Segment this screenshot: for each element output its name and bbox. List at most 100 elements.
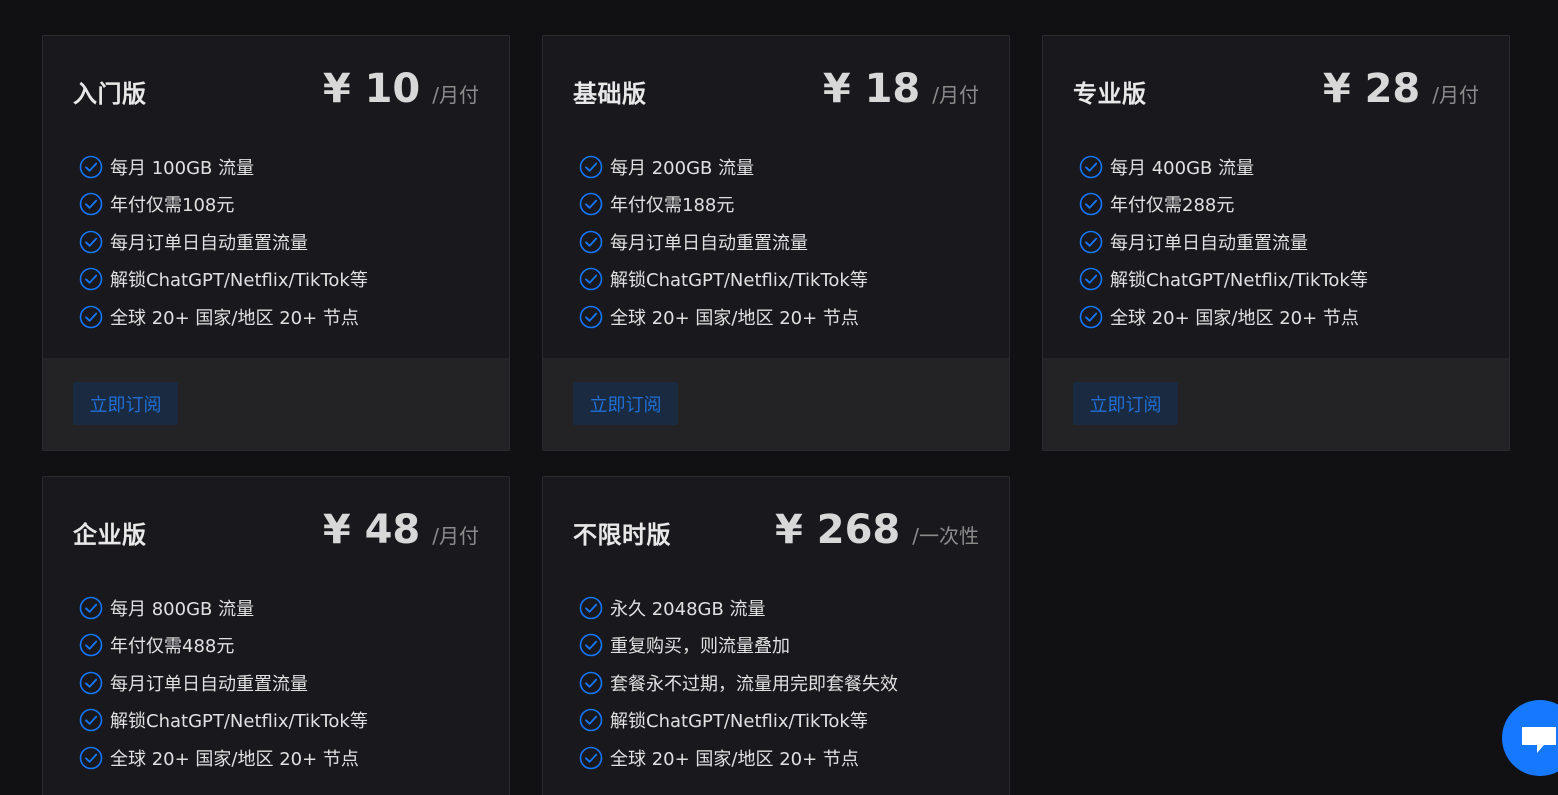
- check-circle-icon: [579, 305, 603, 329]
- feature-item: 年付仅需108元: [79, 186, 509, 224]
- feature-item: 每月订单日自动重置流量: [1079, 223, 1509, 261]
- price-period: /月付: [432, 83, 479, 107]
- plan-header: 不限时版 ¥ 268 /一次性: [543, 477, 1009, 577]
- plan-footer: 立即订阅: [1043, 358, 1509, 450]
- check-circle-icon: [79, 305, 103, 329]
- subscribe-button[interactable]: 立即订阅: [1073, 382, 1178, 425]
- check-circle-icon: [1079, 230, 1103, 254]
- feature-text: 全球 20+ 国家/地区 20+ 节点: [110, 307, 359, 329]
- plan-price: ¥ 268 /一次性: [775, 507, 979, 553]
- feature-item: 解锁ChatGPT/Netflix/TikTok等: [79, 261, 509, 299]
- check-circle-icon: [1079, 192, 1103, 216]
- feature-item: 每月订单日自动重置流量: [579, 223, 1009, 261]
- plan-price: ¥ 10 /月付: [323, 66, 479, 112]
- price-period: /月付: [432, 524, 479, 548]
- check-circle-icon: [579, 671, 603, 695]
- plan-header: 企业版 ¥ 48 /月付: [43, 477, 509, 577]
- price-period: /月付: [932, 83, 979, 107]
- feature-text: 全球 20+ 国家/地区 20+ 节点: [610, 748, 859, 770]
- pricing-page: 入门版 ¥ 10 /月付 每月 100GB 流量 年付仅需108元 每月订单日自…: [0, 0, 1558, 795]
- check-circle-icon: [579, 596, 603, 620]
- feature-text: 每月订单日自动重置流量: [610, 232, 808, 254]
- feature-list: 每月 400GB 流量 年付仅需288元 每月订单日自动重置流量 解锁ChatG…: [1043, 136, 1509, 336]
- plan-price: ¥ 28 /月付: [1323, 66, 1479, 112]
- plan-header: 专业版 ¥ 28 /月付: [1043, 36, 1509, 136]
- subscribe-button[interactable]: 立即订阅: [73, 382, 178, 425]
- feature-item: 解锁ChatGPT/Netflix/TikTok等: [79, 702, 509, 740]
- check-circle-icon: [79, 192, 103, 216]
- plan-card-enterprise: 企业版 ¥ 48 /月付 每月 800GB 流量 年付仅需488元 每月订单日自…: [42, 476, 510, 795]
- plan-card-lifetime: 不限时版 ¥ 268 /一次性 永久 2048GB 流量 重复购买，则流量叠加 …: [542, 476, 1010, 795]
- check-circle-icon: [79, 708, 103, 732]
- price-period: /月付: [1432, 83, 1479, 107]
- check-circle-icon: [579, 708, 603, 732]
- feature-list: 每月 100GB 流量 年付仅需108元 每月订单日自动重置流量 解锁ChatG…: [43, 136, 509, 336]
- feature-text: 年付仅需288元: [1110, 195, 1235, 217]
- feature-item: 年付仅需488元: [79, 627, 509, 665]
- price-amount: ¥ 28: [1322, 66, 1421, 112]
- feature-text: 永久 2048GB 流量: [610, 598, 766, 620]
- feature-item: 永久 2048GB 流量: [579, 589, 1009, 627]
- price-amount: ¥ 10: [322, 66, 421, 112]
- feature-text: 年付仅需108元: [110, 195, 235, 217]
- plan-name: 专业版: [1073, 80, 1147, 108]
- feature-text: 年付仅需188元: [610, 195, 735, 217]
- check-circle-icon: [79, 746, 103, 770]
- check-circle-icon: [579, 633, 603, 657]
- check-circle-icon: [1079, 305, 1103, 329]
- feature-text: 解锁ChatGPT/Netflix/TikTok等: [610, 711, 868, 733]
- feature-list: 每月 200GB 流量 年付仅需188元 每月订单日自动重置流量 解锁ChatG…: [543, 136, 1009, 336]
- feature-text: 每月 800GB 流量: [110, 598, 255, 620]
- plan-footer: 立即订阅: [543, 358, 1009, 450]
- feature-item: 每月订单日自动重置流量: [79, 664, 509, 702]
- feature-item: 解锁ChatGPT/Netflix/TikTok等: [579, 261, 1009, 299]
- price-period: /一次性: [912, 524, 979, 548]
- plan-name: 不限时版: [573, 521, 671, 549]
- feature-item: 套餐永不过期，流量用完即套餐失效: [579, 664, 1009, 702]
- price-amount: ¥ 268: [774, 507, 901, 553]
- check-circle-icon: [79, 267, 103, 291]
- plan-price: ¥ 48 /月付: [323, 507, 479, 553]
- plan-name: 基础版: [573, 80, 647, 108]
- feature-item: 每月 800GB 流量: [79, 589, 509, 627]
- chat-bubble-icon: [1522, 727, 1556, 753]
- chat-button[interactable]: [1502, 700, 1558, 776]
- plan-name: 入门版: [73, 80, 147, 108]
- check-circle-icon: [579, 192, 603, 216]
- feature-text: 每月订单日自动重置流量: [110, 673, 308, 695]
- feature-text: 解锁ChatGPT/Netflix/TikTok等: [110, 711, 368, 733]
- feature-item: 重复购买，则流量叠加: [579, 627, 1009, 665]
- feature-text: 每月订单日自动重置流量: [110, 232, 308, 254]
- check-circle-icon: [79, 230, 103, 254]
- feature-item: 每月 200GB 流量: [579, 148, 1009, 186]
- feature-list: 每月 800GB 流量 年付仅需488元 每月订单日自动重置流量 解锁ChatG…: [43, 577, 509, 777]
- plan-header: 基础版 ¥ 18 /月付: [543, 36, 1009, 136]
- plan-footer: 立即订阅: [43, 358, 509, 450]
- check-circle-icon: [79, 155, 103, 179]
- price-amount: ¥ 18: [822, 66, 921, 112]
- feature-item: 每月 100GB 流量: [79, 148, 509, 186]
- feature-item: 全球 20+ 国家/地区 20+ 节点: [579, 298, 1009, 336]
- check-circle-icon: [1079, 155, 1103, 179]
- feature-item: 每月订单日自动重置流量: [79, 223, 509, 261]
- price-amount: ¥ 48: [322, 507, 421, 553]
- feature-text: 每月 100GB 流量: [110, 157, 255, 179]
- feature-text: 全球 20+ 国家/地区 20+ 节点: [610, 307, 859, 329]
- feature-text: 套餐永不过期，流量用完即套餐失效: [610, 673, 898, 695]
- feature-text: 全球 20+ 国家/地区 20+ 节点: [1110, 307, 1359, 329]
- subscribe-button[interactable]: 立即订阅: [573, 382, 678, 425]
- check-circle-icon: [579, 155, 603, 179]
- feature-item: 每月 400GB 流量: [1079, 148, 1509, 186]
- feature-text: 解锁ChatGPT/Netflix/TikTok等: [110, 270, 368, 292]
- plan-name: 企业版: [73, 521, 147, 549]
- check-circle-icon: [79, 671, 103, 695]
- feature-text: 每月订单日自动重置流量: [1110, 232, 1308, 254]
- plan-card-starter: 入门版 ¥ 10 /月付 每月 100GB 流量 年付仅需108元 每月订单日自…: [42, 35, 510, 451]
- feature-item: 年付仅需288元: [1079, 186, 1509, 224]
- check-circle-icon: [579, 267, 603, 291]
- plan-price: ¥ 18 /月付: [823, 66, 979, 112]
- check-circle-icon: [79, 596, 103, 620]
- feature-text: 每月 200GB 流量: [610, 157, 755, 179]
- feature-text: 全球 20+ 国家/地区 20+ 节点: [110, 748, 359, 770]
- feature-text: 每月 400GB 流量: [1110, 157, 1255, 179]
